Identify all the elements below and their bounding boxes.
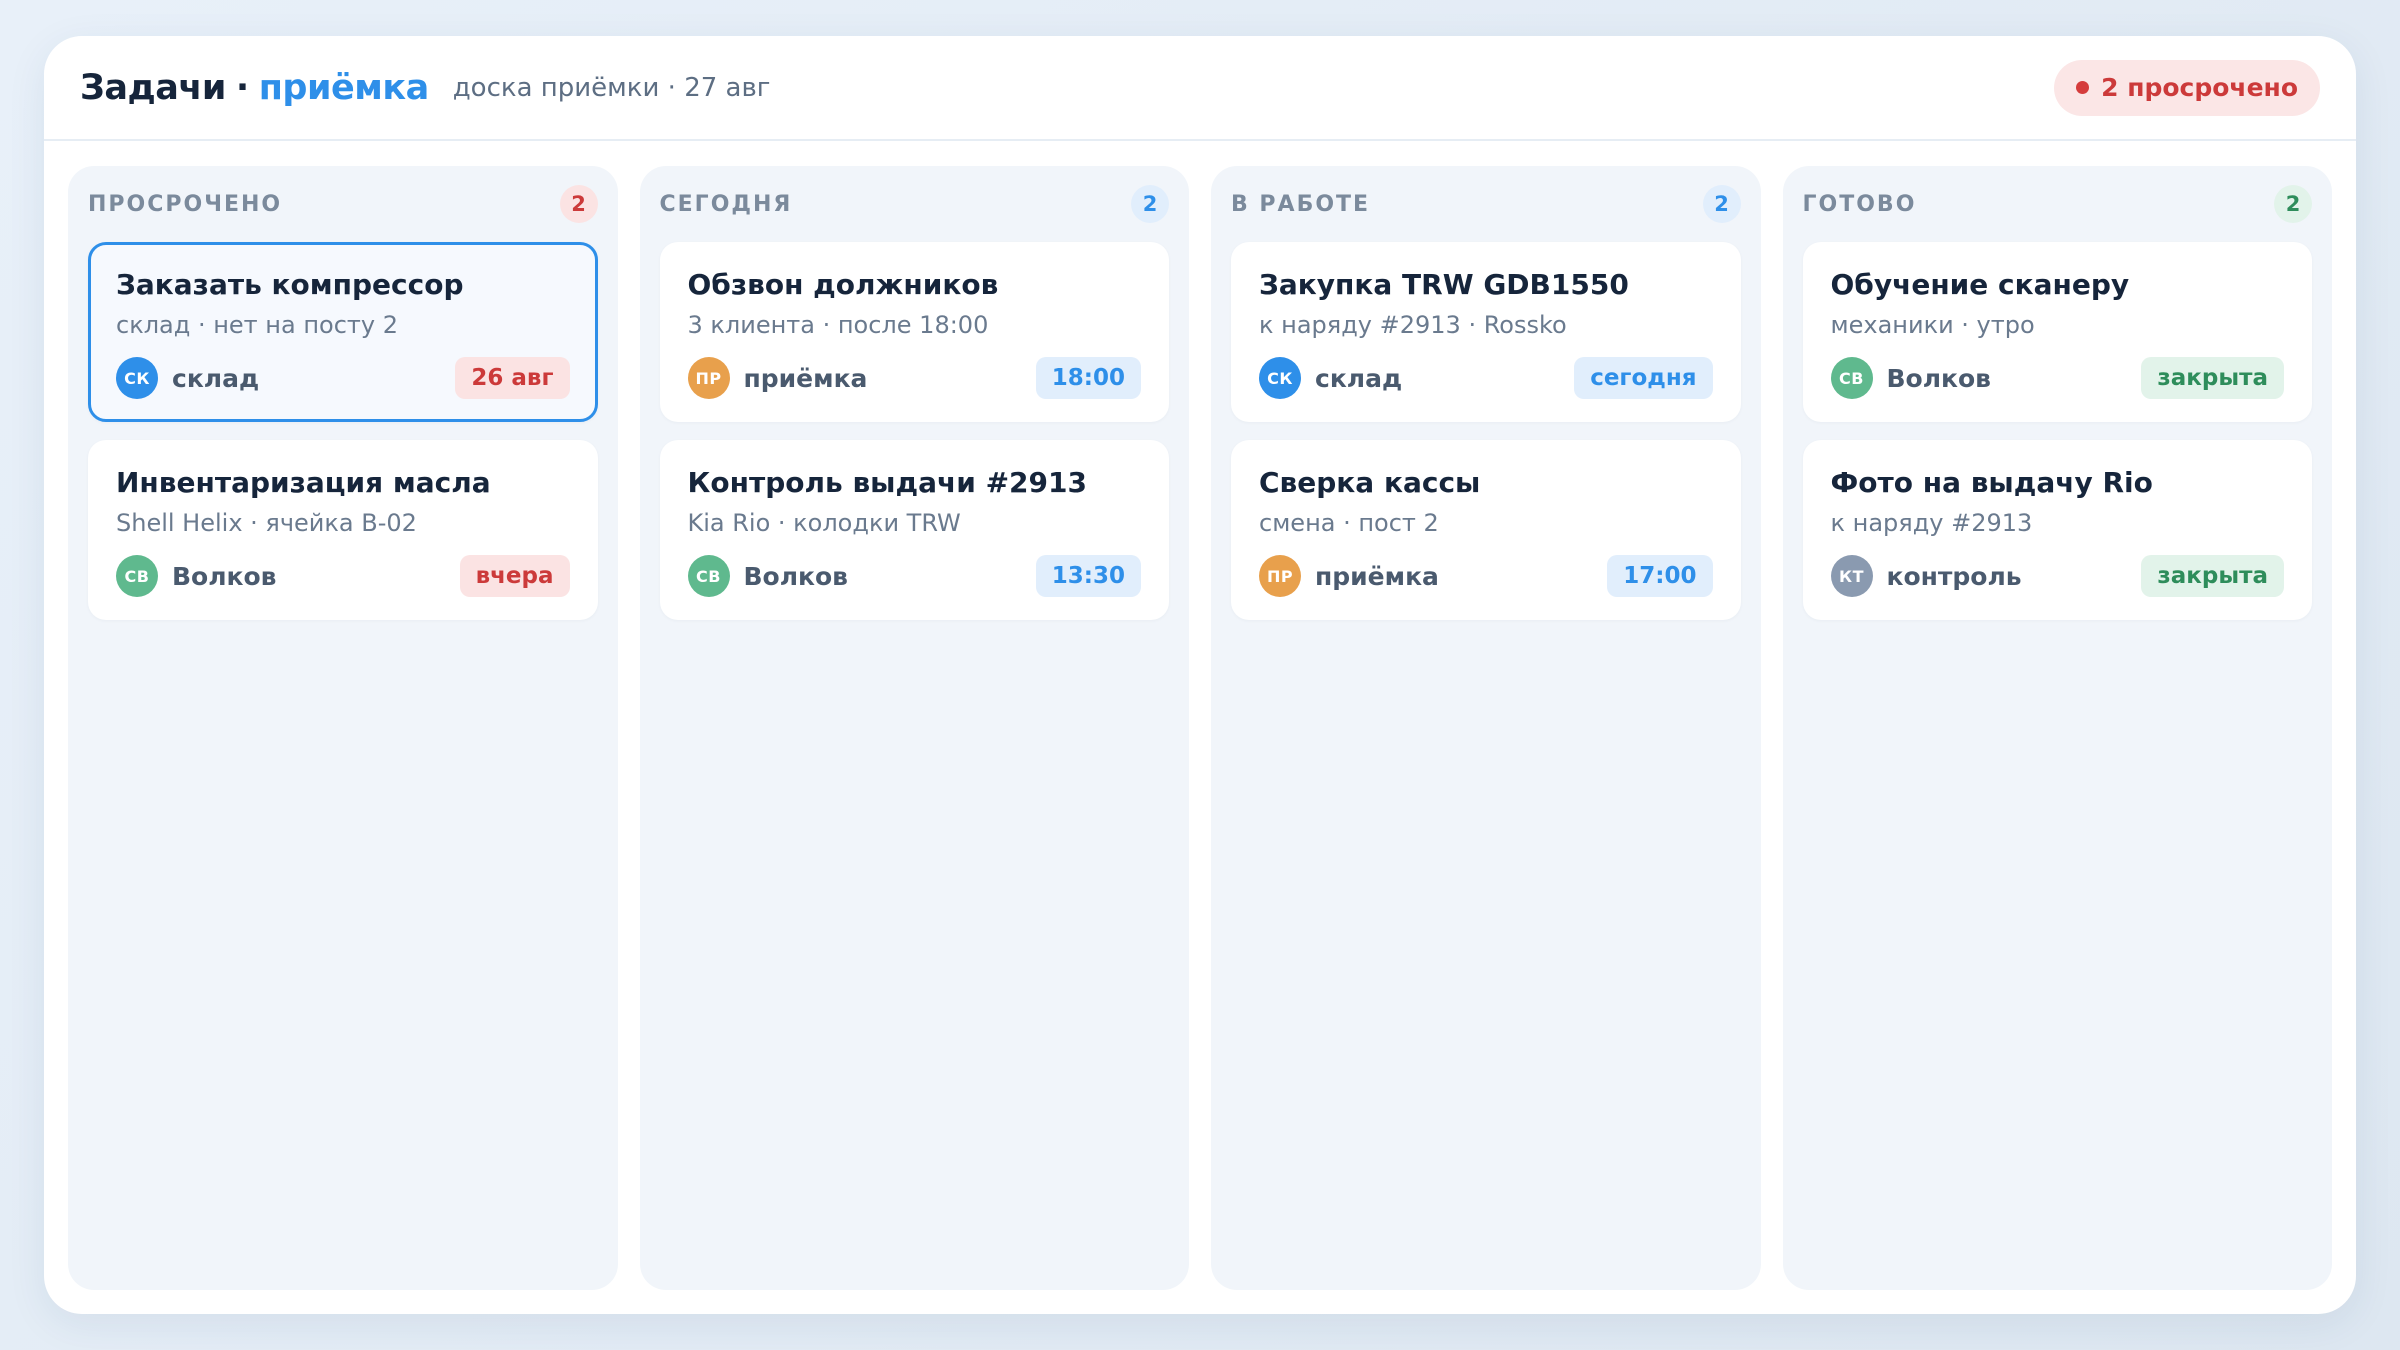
task-subtitle: механики · утро [1830,311,2035,339]
column-count-badge: 2 [1702,185,1741,223]
task-footer: СК склад 26 авг [116,357,570,399]
assignee-name: приёмка [743,363,868,393]
column-today: СЕГОДНЯ 2 Обзвон должников 3 клиента · п… [639,166,1189,1290]
board-subtitle: доска приёмки · 27 авг [452,72,771,103]
title-accent: приёмка [258,67,429,108]
task-footer: СК склад сегодня [1259,357,1713,399]
column-header: ПРОСРОЧЕНО 2 [88,166,598,242]
avatar: ПР [687,357,730,399]
task-title: Закупка TRW GDB1550 [1259,268,1629,301]
task-title: Фото на выдачу Rio [1830,466,2153,499]
due-tag: сегодня [1574,357,1713,399]
status-tag: закрыта [2141,357,2284,399]
task-title: Обучение сканеру [1830,268,2130,301]
task-footer: ПР приёмка 18:00 [687,357,1141,399]
avatar: СВ [116,555,158,597]
column-title: ГОТОВО [1802,191,1917,217]
task-subtitle: к наряду #2913 · Rossko [1259,311,1567,339]
task-card[interactable]: Сверка кассы смена · пост 2 ПР приёмка 1… [1231,440,1741,620]
task-footer: СВ Волков закрыта [1830,357,2284,399]
column-title: ПРОСРОЧЕНО [88,191,283,217]
task-card[interactable]: Заказать компрессор склад · нет на посту… [88,242,598,422]
task-title: Сверка кассы [1259,466,1481,499]
due-tag: вчера [459,555,570,597]
assignee-name: склад [1315,363,1403,393]
column-header: СЕГОДНЯ 2 [659,166,1169,242]
task-card[interactable]: Инвентаризация масла Shell Helix · ячейк… [88,440,598,620]
task-footer: ПР приёмка 17:00 [1259,555,1713,597]
task-board-window: Задачи · приёмка доска приёмки · 27 авг 2 … [44,36,2356,1314]
page-title: Задачи · приёмка [80,68,429,108]
task-subtitle: к наряду #2913 [1830,509,2033,537]
due-tag: 18:00 [1035,357,1141,399]
column-title: В РАБОТЕ [1231,191,1371,217]
task-card[interactable]: Фото на выдачу Rio к наряду #2913 КТ кон… [1802,440,2312,620]
overdue-dot-icon [2076,81,2090,94]
assignee-name: приёмка [1315,561,1439,591]
column-title: СЕГОДНЯ [659,191,793,217]
column-done: ГОТОВО 2 Обучение сканеру механики · утр… [1782,166,2332,1290]
task-subtitle: 3 клиента · после 18:00 [687,311,989,339]
task-title: Инвентаризация масла [116,466,491,499]
assignee-name: Волков [1886,363,1992,393]
title-separator: · [235,67,249,108]
avatar: СВ [1830,357,1873,399]
due-tag: 13:30 [1035,555,1141,597]
status-tag: закрыта [2141,555,2284,597]
kanban-board: ПРОСРОЧЕНО 2 Заказать компрессор склад ·… [68,166,2332,1290]
top-bar: Задачи · приёмка доска приёмки · 27 авг 2 … [44,36,2356,141]
column-in-progress: В РАБОТЕ 2 Закупка TRW GDB1550 к наряду … [1211,166,1761,1290]
title-main: Задачи [80,67,226,108]
task-title: Контроль выдачи #2913 [687,466,1087,499]
column-count-badge: 2 [559,185,598,223]
column-overdue: ПРОСРОЧЕНО 2 Заказать компрессор склад ·… [68,166,618,1290]
assignee-name: Волков [743,561,849,591]
avatar: СК [116,357,158,399]
assignee-name: склад [172,363,260,393]
task-title: Заказать компрессор [116,268,464,301]
overdue-badge[interactable]: 2 просрочено [2054,59,2320,116]
task-card[interactable]: Обучение сканеру механики · утро СВ Волк… [1802,242,2312,422]
assignee-name: Волков [172,561,277,591]
due-tag: 26 авг [455,357,570,399]
avatar: КТ [1830,555,1873,597]
column-count-badge: 2 [1131,185,1169,223]
task-subtitle: смена · пост 2 [1259,509,1439,537]
task-subtitle: склад · нет на посту 2 [116,311,398,339]
task-card[interactable]: Закупка TRW GDB1550 к наряду #2913 · Ros… [1231,242,1741,422]
task-card[interactable]: Обзвон должников 3 клиента · после 18:00… [659,242,1169,422]
column-header: ГОТОВО 2 [1802,166,2312,242]
task-subtitle: Shell Helix · ячейка B-02 [116,509,417,537]
overdue-badge-label: 2 просрочено [2101,73,2298,102]
task-footer: СВ Волков вчера [116,555,570,597]
column-header: В РАБОТЕ 2 [1231,166,1741,242]
task-footer: СВ Волков 13:30 [687,555,1141,597]
task-footer: КТ контроль закрыта [1830,555,2284,597]
column-count-badge: 2 [2274,185,2312,223]
task-subtitle: Kia Rio · колодки TRW [687,509,961,537]
avatar: СК [1259,357,1301,399]
task-card[interactable]: Контроль выдачи #2913 Kia Rio · колодки … [659,440,1169,620]
due-tag: 17:00 [1607,555,1713,597]
task-title: Обзвон должников [687,268,999,301]
avatar: ПР [1259,555,1301,597]
assignee-name: контроль [1886,561,2022,591]
avatar: СВ [687,555,730,597]
